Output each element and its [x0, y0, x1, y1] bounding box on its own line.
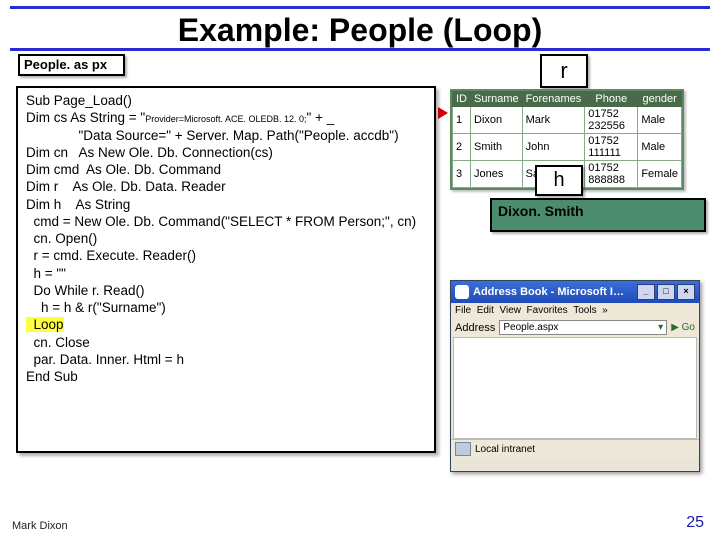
footer-page-number: 25 [686, 514, 704, 532]
address-input[interactable]: People.aspx▾ [499, 320, 667, 335]
browser-address-bar: Address People.aspx▾ ▶ Go [451, 318, 699, 337]
address-label: Address [455, 322, 495, 334]
slide-title: Example: People (Loop) [0, 12, 720, 49]
highlighted-loop: Loop [26, 317, 64, 332]
browser-menubar[interactable]: File Edit View Favorites Tools » [451, 303, 699, 318]
ie-icon [455, 285, 469, 299]
divider-under-title [10, 48, 710, 51]
var-r-label: r [540, 54, 588, 88]
divider-top [10, 6, 710, 9]
intranet-icon [455, 442, 471, 456]
browser-titlebar: Address Book - Microsoft I… _ □ × [451, 281, 699, 303]
go-button[interactable]: ▶ Go [671, 322, 695, 333]
minimize-button[interactable]: _ [637, 284, 655, 300]
var-h-value: Dixon. Smith [490, 198, 706, 232]
code-block: Sub Page_Load() Dim cs As String = "Prov… [16, 86, 436, 453]
browser-status-bar: Local intranet [451, 439, 699, 458]
table-row: 2SmithJohn01752 111111Male [453, 134, 682, 161]
browser-window: Address Book - Microsoft I… _ □ × File E… [450, 280, 700, 472]
browser-title: Address Book - Microsoft I… [473, 286, 624, 298]
footer-author: Mark Dixon [12, 520, 68, 532]
table-row: 1DixonMark01752 232556Male [453, 107, 682, 134]
var-h-label: h [535, 165, 583, 196]
browser-content [453, 337, 697, 439]
file-name-label: People. as px [18, 54, 125, 76]
maximize-button[interactable]: □ [657, 284, 675, 300]
close-button[interactable]: × [677, 284, 695, 300]
row-pointer-icon [438, 107, 448, 119]
